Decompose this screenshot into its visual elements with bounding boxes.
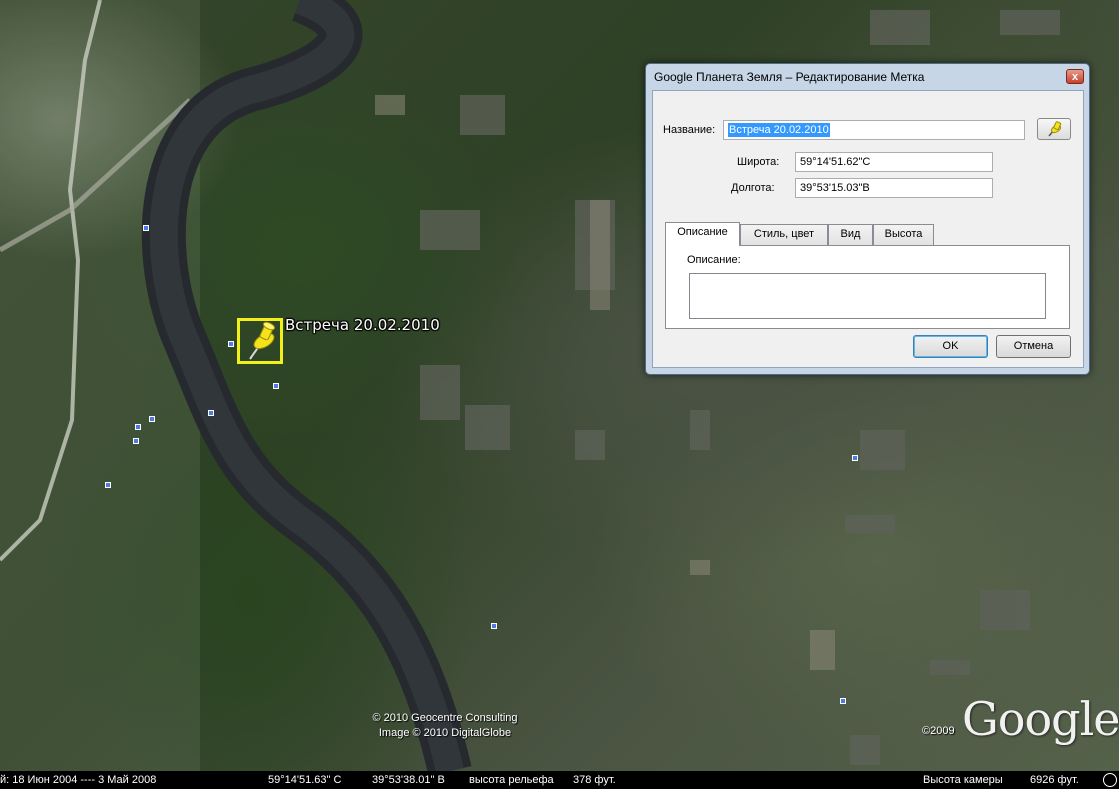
compass-icon[interactable]	[1103, 773, 1117, 787]
eye-altitude-label: Высота камеры	[923, 774, 1003, 786]
poi-marker[interactable]	[149, 416, 155, 422]
longitude-input[interactable]: 39°53'15.03"В	[795, 178, 993, 198]
poi-marker[interactable]	[491, 623, 497, 629]
pushpin-icon	[1048, 121, 1062, 137]
poi-marker[interactable]	[840, 698, 846, 704]
attribution-line: © 2010 Geocentre Consulting	[372, 712, 518, 724]
edit-placemark-dialog: Google Планета Земля – Редактирование Ме…	[645, 63, 1090, 375]
poi-marker[interactable]	[208, 410, 214, 416]
description-panel: Описание:	[665, 245, 1070, 329]
yellow-pushpin-icon	[249, 321, 276, 360]
status-bar: й: 18 Июн 2004 ---- 3 Май 2008 59°14'51.…	[0, 771, 1119, 789]
description-textarea[interactable]	[689, 273, 1046, 319]
description-label: Описание:	[687, 254, 741, 266]
elevation-label: высота рельефа	[469, 774, 554, 786]
google-copyright-year: ©2009	[922, 725, 955, 737]
imagery-attribution: © 2010 Geocentre Consulting Image © 2010…	[330, 711, 560, 741]
latitude-input[interactable]: 59°14'51.62"С	[795, 152, 993, 172]
ok-button[interactable]: OK	[913, 335, 988, 358]
placemark-icon-button[interactable]	[1037, 118, 1071, 140]
elevation-value: 378 фут.	[573, 774, 616, 786]
dialog-title: Google Планета Земля – Редактирование Ме…	[654, 70, 925, 84]
longitude-label: Долгота:	[731, 182, 775, 194]
name-input-value: Встреча 20.02.2010	[728, 123, 830, 137]
imagery-date-range[interactable]: й: 18 Июн 2004 ---- 3 Май 2008	[0, 771, 156, 789]
name-input[interactable]: Встреча 20.02.2010	[723, 120, 1025, 140]
tab-description[interactable]: Описание	[665, 222, 740, 246]
status-latitude: 59°14'51.63" С	[268, 774, 342, 786]
poi-marker[interactable]	[133, 438, 139, 444]
close-button[interactable]: x	[1066, 69, 1084, 84]
poi-marker[interactable]	[105, 482, 111, 488]
eye-altitude-value: 6926 фут.	[1030, 774, 1079, 786]
dialog-body: Название: Встреча 20.02.2010 Широта: 59°…	[652, 90, 1084, 368]
poi-marker[interactable]	[135, 424, 141, 430]
placemark-label[interactable]: Встреча 20.02.2010	[285, 316, 440, 334]
poi-marker[interactable]	[852, 455, 858, 461]
attribution-line: Image © 2010 DigitalGlobe	[378, 727, 512, 739]
placemark-selection[interactable]	[237, 318, 283, 364]
poi-marker[interactable]	[228, 341, 234, 347]
google-logo: Google	[962, 692, 1119, 746]
tab-style-color[interactable]: Стиль, цвет	[740, 224, 828, 245]
tab-view[interactable]: Вид	[828, 224, 873, 245]
latitude-label: Широта:	[737, 156, 780, 168]
poi-marker[interactable]	[143, 225, 149, 231]
status-longitude: 39°53'38.01" В	[372, 774, 445, 786]
name-label: Название:	[663, 124, 716, 136]
poi-marker[interactable]	[273, 383, 279, 389]
cancel-button[interactable]: Отмена	[996, 335, 1071, 358]
tab-altitude[interactable]: Высота	[873, 224, 934, 245]
